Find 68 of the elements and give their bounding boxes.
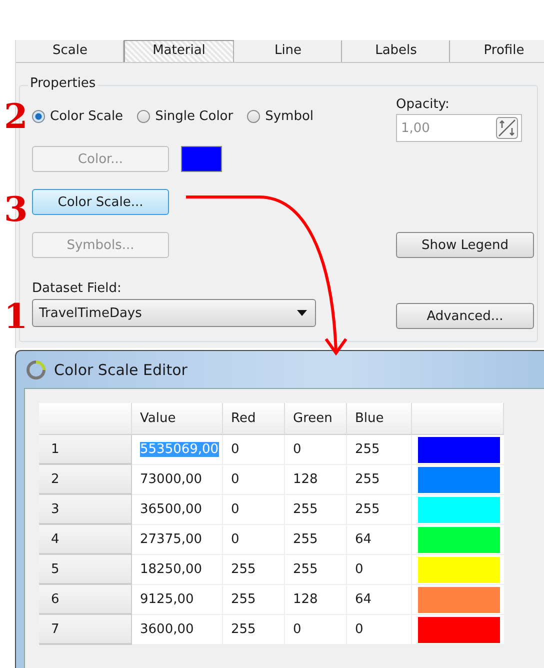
radio-button[interactable] xyxy=(137,110,150,122)
table-cell: 0 xyxy=(347,615,412,645)
radio-label: Single Color xyxy=(155,108,234,124)
app-logo-icon xyxy=(26,360,46,380)
table-cell: 0 xyxy=(223,435,285,465)
table-cell[interactable]: 36500,00 xyxy=(132,495,223,525)
table-cell: 255 xyxy=(285,555,347,585)
table-cell: 255 xyxy=(223,555,285,585)
color-swatch[interactable] xyxy=(418,556,500,582)
table-cell: 255 xyxy=(347,495,412,525)
color-swatch[interactable] xyxy=(418,466,500,492)
step-number: 3 xyxy=(4,193,28,227)
dataset-dropdown[interactable]: TravelTimeDays xyxy=(32,299,316,327)
column-header[interactable]: Blue xyxy=(347,403,412,435)
table-cell: 0 xyxy=(285,615,347,645)
table-cell[interactable]: 27375,00 xyxy=(132,525,223,555)
advanced-button[interactable]: Advanced... xyxy=(396,303,534,329)
table-cell: 0 xyxy=(347,555,412,585)
column-header[interactable]: Green xyxy=(285,403,347,435)
color-swatch[interactable] xyxy=(418,616,500,642)
table-cell: 64 xyxy=(347,585,412,615)
table-cell: 255 xyxy=(347,465,412,495)
column-header[interactable]: Value xyxy=(132,403,223,435)
column-header[interactable]: Red xyxy=(223,403,285,435)
step-number: 1 xyxy=(4,300,28,334)
table-cell: 0 xyxy=(223,495,285,525)
radio-label: Color Scale xyxy=(50,108,124,124)
radio-button[interactable] xyxy=(32,110,45,122)
dropdown-arrow-icon xyxy=(297,310,307,316)
table-cell: 64 xyxy=(347,525,412,555)
row-header[interactable]: 7 xyxy=(39,615,132,645)
color-swatch[interactable] xyxy=(418,496,500,522)
table-cell: 255 xyxy=(285,495,347,525)
table-cell: 255 xyxy=(347,435,412,465)
spinner-icon xyxy=(496,117,518,139)
color-swatch[interactable] xyxy=(418,436,500,462)
row-header[interactable]: 4 xyxy=(39,525,132,555)
opacity-label: Opacity: xyxy=(396,98,450,112)
row-header[interactable]: 2 xyxy=(39,465,132,495)
field-label: Dataset Field: xyxy=(32,281,122,296)
show-legend-button[interactable]: Show Legend xyxy=(396,232,534,258)
table-cell: 128 xyxy=(285,465,347,495)
row-header[interactable]: 1 xyxy=(39,435,132,465)
color-swatch[interactable] xyxy=(181,146,222,172)
window-title: Color Scale Editor xyxy=(54,360,188,378)
table-cell[interactable]: 9125,00 xyxy=(132,585,223,615)
table-cell: 0 xyxy=(223,525,285,555)
table-cell[interactable]: 73000,00 xyxy=(132,465,223,495)
color-swatch[interactable] xyxy=(418,526,500,552)
radio-label: Symbol xyxy=(265,108,314,124)
table-cell[interactable]: 3600,00 xyxy=(132,615,223,645)
table-cell: 0 xyxy=(223,465,285,495)
selected-text: 5535069,00 xyxy=(140,442,219,457)
row-header[interactable]: 3 xyxy=(39,495,132,525)
radio-button[interactable] xyxy=(247,110,260,122)
row-header[interactable]: 6 xyxy=(39,585,132,615)
table-cell: 255 xyxy=(223,585,285,615)
table-cell: 0 xyxy=(285,435,347,465)
tab[interactable]: Material xyxy=(124,40,234,62)
color-scale-button[interactable]: Color Scale... xyxy=(32,189,169,215)
step-number: 2 xyxy=(4,100,28,134)
table-cell[interactable]: 18250,00 xyxy=(132,555,223,585)
group-title: Properties xyxy=(28,76,98,91)
table-cell: 128 xyxy=(285,585,347,615)
table-cell: 255 xyxy=(285,525,347,555)
row-header[interactable]: 5 xyxy=(39,555,132,585)
color-swatch[interactable] xyxy=(418,586,500,612)
table-cell: 255 xyxy=(223,615,285,645)
